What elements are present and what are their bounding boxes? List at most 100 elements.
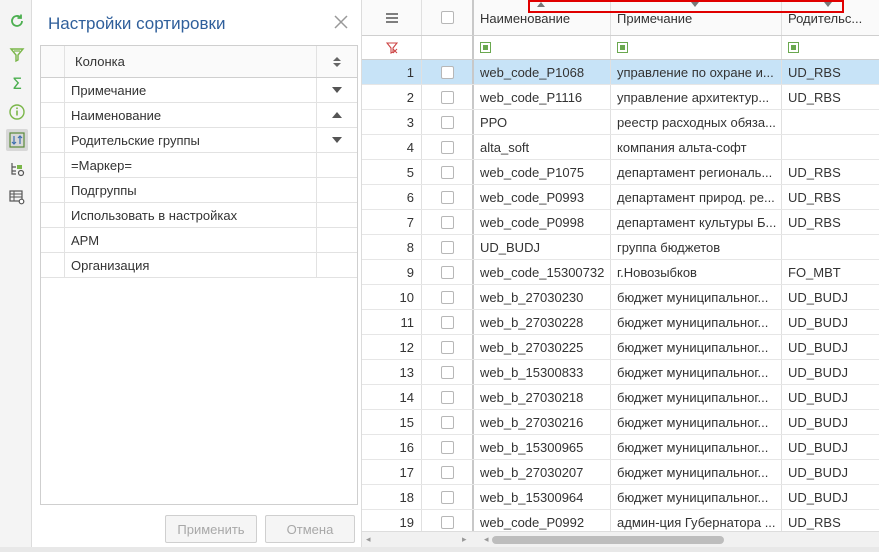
- table-row[interactable]: 11 web_b_27030228 бюджет муниципальног... U…: [362, 310, 879, 335]
- table-row[interactable]: 13 web_b_15300833 бюджет муниципальног... U…: [362, 360, 879, 385]
- row-number: 17: [362, 460, 422, 484]
- row-checkbox[interactable]: [422, 160, 474, 184]
- row-checkbox[interactable]: [422, 260, 474, 284]
- sort-direction-cell[interactable]: [317, 153, 357, 177]
- table-row[interactable]: 17 web_b_27030207 бюджет муниципальног... U…: [362, 460, 879, 485]
- sort-row-label: Родительские группы: [65, 128, 317, 152]
- cell-name: web_code_P0998: [474, 210, 611, 234]
- filter-name[interactable]: [474, 36, 611, 59]
- table-row[interactable]: 6 web_code_P0993 департамент природ. ре...…: [362, 185, 879, 210]
- cell-name: web_b_27030207: [474, 460, 611, 484]
- highlight-box: [528, 0, 844, 13]
- sort-icon[interactable]: [6, 129, 28, 151]
- row-checkbox[interactable]: [422, 460, 474, 484]
- cell-name: alta_soft: [474, 135, 611, 159]
- sort-direction-cell[interactable]: [317, 253, 357, 277]
- sort-row[interactable]: Примечание: [41, 78, 357, 103]
- scroll-left-icon[interactable]: ◂: [484, 534, 489, 545]
- sort-desc-icon[interactable]: [317, 128, 357, 152]
- table-row[interactable]: 16 web_b_15300965 бюджет муниципальног... U…: [362, 435, 879, 460]
- horizontal-scrollbar[interactable]: ◂ ▸ ◂: [362, 531, 879, 547]
- sort-direction-cell[interactable]: [317, 228, 357, 252]
- row-checkbox[interactable]: [422, 335, 474, 359]
- menu-icon[interactable]: [362, 0, 422, 35]
- sort-asc-icon[interactable]: [317, 103, 357, 127]
- sort-direction-cell[interactable]: [317, 178, 357, 202]
- row-checkbox[interactable]: [422, 85, 474, 109]
- sort-desc-icon[interactable]: [317, 78, 357, 102]
- sort-settings-panel: Настройки сортировки Колонка Примечание Н…: [32, 0, 362, 552]
- cell-name: web_code_15300732: [474, 260, 611, 284]
- column-header: Колонка: [65, 46, 317, 77]
- row-checkbox[interactable]: [422, 210, 474, 234]
- row-checkbox[interactable]: [422, 435, 474, 459]
- clear-filter-icon[interactable]: [362, 36, 422, 59]
- row-index-cell: [41, 178, 65, 202]
- sort-row[interactable]: Организация: [41, 253, 357, 278]
- sort-row[interactable]: Родительские группы: [41, 128, 357, 153]
- sort-row[interactable]: =Маркер=: [41, 153, 357, 178]
- row-checkbox[interactable]: [422, 110, 474, 134]
- apply-button[interactable]: Применить: [165, 515, 257, 543]
- cell-parent: UD_RBS: [788, 164, 841, 180]
- select-all-checkbox[interactable]: [422, 0, 474, 35]
- sum-icon[interactable]: Σ: [6, 72, 28, 94]
- tree-settings-icon[interactable]: [6, 158, 28, 180]
- close-icon[interactable]: [331, 12, 351, 32]
- scroll-right-icon[interactable]: ▸: [462, 534, 467, 545]
- row-checkbox[interactable]: [422, 410, 474, 434]
- row-checkbox[interactable]: [422, 485, 474, 509]
- filter-note[interactable]: [611, 36, 782, 59]
- table-row[interactable]: 10 web_b_27030230 бюджет муниципальног... U…: [362, 285, 879, 310]
- sort-row[interactable]: Подгруппы: [41, 178, 357, 203]
- table-row[interactable]: 1 web_code_P1068 управление по охране и...…: [362, 60, 879, 85]
- row-checkbox[interactable]: [422, 385, 474, 409]
- filter-icon[interactable]: [6, 44, 28, 66]
- row-number: 13: [362, 360, 422, 384]
- row-checkbox[interactable]: [422, 285, 474, 309]
- grid-settings-icon[interactable]: [6, 186, 28, 208]
- refresh-icon[interactable]: [6, 10, 28, 32]
- cell-parent: UD_BUDJ: [788, 464, 848, 480]
- table-row[interactable]: 3 РРО реестр расходных обяза...: [362, 110, 879, 135]
- table-row[interactable]: 2 web_code_P1116 управление архитектур... U…: [362, 85, 879, 110]
- cancel-button[interactable]: Отмена: [265, 515, 355, 543]
- row-checkbox[interactable]: [422, 135, 474, 159]
- row-index-cell: [41, 128, 65, 152]
- cell-name: web_b_15300833: [474, 360, 611, 384]
- row-checkbox[interactable]: [422, 310, 474, 334]
- sort-direction-cell[interactable]: [317, 203, 357, 227]
- row-checkbox[interactable]: [422, 235, 474, 259]
- table-row[interactable]: 7 web_code_P0998 департамент культуры Б...…: [362, 210, 879, 235]
- row-index-cell: [41, 103, 65, 127]
- scroll-left-icon[interactable]: ◂: [366, 534, 371, 545]
- sort-row[interactable]: Использовать в настройках: [41, 203, 357, 228]
- cell-name: web_code_P0993: [474, 185, 611, 209]
- table-row[interactable]: 14 web_b_27030218 бюджет муниципальног... U…: [362, 385, 879, 410]
- cell-name: web_b_27030228: [474, 310, 611, 334]
- sort-row[interactable]: Наименование: [41, 103, 357, 128]
- cell-note: управление по охране и...: [611, 60, 782, 84]
- table-row[interactable]: 18 web_b_15300964 бюджет муниципальног... U…: [362, 485, 879, 510]
- sort-toggle-icon[interactable]: [317, 46, 357, 77]
- table-row[interactable]: 4 alta_soft компания альта-софт: [362, 135, 879, 160]
- scroll-thumb[interactable]: [492, 536, 724, 544]
- sort-row[interactable]: АРМ: [41, 228, 357, 253]
- table-row[interactable]: 8 UD_BUDJ группа бюджетов: [362, 235, 879, 260]
- cell-note: департамент природ. ре...: [611, 185, 782, 209]
- info-icon[interactable]: [6, 101, 28, 123]
- table-row[interactable]: 12 web_b_27030225 бюджет муниципальног... U…: [362, 335, 879, 360]
- filter-parent[interactable]: [782, 36, 879, 59]
- row-number: 14: [362, 385, 422, 409]
- cell-note: компания альта-софт: [611, 135, 782, 159]
- row-number: 6: [362, 185, 422, 209]
- table-row[interactable]: 15 web_b_27030216 бюджет муниципальног... U…: [362, 410, 879, 435]
- row-checkbox[interactable]: [422, 360, 474, 384]
- row-index-cell: [41, 228, 65, 252]
- row-checkbox[interactable]: [422, 185, 474, 209]
- grid-body: 1 web_code_P1068 управление по охране и...…: [362, 60, 879, 535]
- row-checkbox[interactable]: [422, 60, 474, 84]
- row-index-cell: [41, 203, 65, 227]
- table-row[interactable]: 5 web_code_P1075 департамент региональ... U…: [362, 160, 879, 185]
- table-row[interactable]: 9 web_code_15300732 г.Новозыбков FO_MBT: [362, 260, 879, 285]
